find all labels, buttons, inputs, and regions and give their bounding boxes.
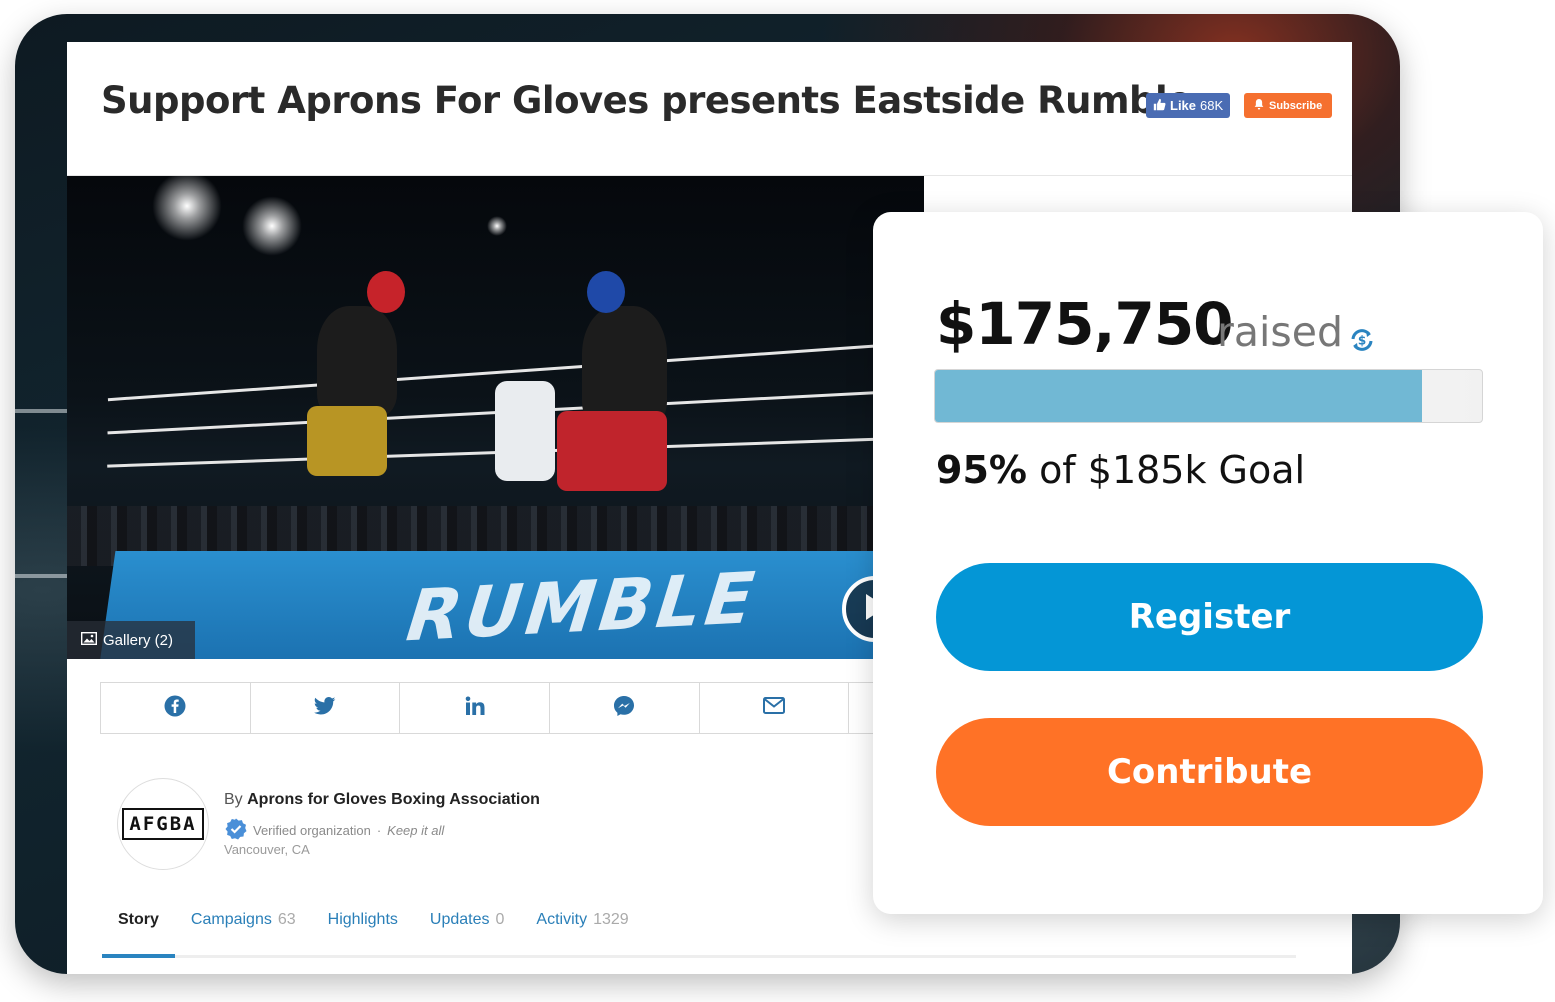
recurring-refresh-icon[interactable]: $ [1349, 327, 1375, 353]
background-rope [15, 574, 75, 578]
title-bar: Support Aprons For Gloves presents Easts… [67, 42, 1352, 176]
organization-tagline: Keep it all [387, 823, 445, 838]
fighter-left-shorts [307, 406, 387, 476]
fighter-right-headgear [587, 271, 625, 313]
tab-count: 0 [495, 911, 505, 928]
verified-label: Verified organization [253, 823, 371, 838]
fighter-right-shorts [557, 411, 667, 491]
stage-light [487, 216, 507, 236]
organization-logo-text: AFGBA [122, 808, 204, 840]
share-bar [100, 682, 1000, 734]
tab-count: 63 [277, 911, 296, 928]
gallery-button[interactable]: Gallery (2) [67, 621, 195, 659]
tab-count: 1329 [593, 911, 629, 928]
tab-label: Campaigns [190, 911, 272, 928]
background-rope [15, 409, 75, 413]
svg-text:$: $ [1358, 334, 1366, 348]
verified-badge-icon [225, 818, 247, 843]
register-button[interactable]: Register [936, 563, 1483, 671]
facebook-icon [164, 695, 186, 722]
tab-label: Highlights [327, 911, 398, 928]
facebook-like-button[interactable]: Like 68K [1146, 93, 1231, 118]
thumbs-up-icon [1153, 98, 1166, 114]
goal-text: of $185k Goal [1039, 448, 1306, 492]
stage-light [152, 176, 222, 241]
raised-label: raised [1217, 308, 1343, 356]
twitter-icon [313, 696, 336, 720]
referee [495, 381, 555, 481]
progress-fill [935, 370, 1422, 422]
fighter-right-torso [582, 306, 667, 426]
share-twitter-button[interactable] [251, 683, 401, 733]
contribute-button[interactable]: Contribute [936, 718, 1483, 826]
tab-label: Activity [536, 911, 588, 928]
subscribe-button[interactable]: Subscribe [1244, 93, 1333, 118]
email-icon [763, 697, 786, 719]
organization-byline: By Aprons for Gloves Boxing Association [224, 791, 540, 809]
share-linkedin-button[interactable] [400, 683, 551, 733]
by-prefix: By [224, 791, 243, 808]
tab-highlights[interactable]: Highlights [312, 906, 414, 955]
image-icon [80, 631, 98, 649]
page-title: Support Aprons For Gloves presents Easts… [101, 79, 1192, 122]
funding-card: $175,750 raised $ 95% of $185k Goal Regi… [873, 212, 1543, 914]
like-label: Like [1170, 98, 1197, 113]
goal-percent: 95% [936, 448, 1027, 492]
share-messenger-button[interactable] [550, 683, 700, 733]
organization-location: Vancouver, CA [224, 842, 310, 857]
raised-amount: $175,750 [936, 290, 1234, 358]
hero-photo[interactable]: RUMBLE Gallery (2) [67, 176, 924, 659]
progress-bar [934, 369, 1483, 423]
tab-label: Updates [429, 911, 490, 928]
organization-name-link[interactable]: Aprons for Gloves Boxing Association [247, 791, 540, 808]
share-facebook-button[interactable] [101, 683, 251, 733]
organization-verified: Verified organization · Keep it all [225, 818, 444, 843]
fighter-left-headgear [367, 271, 405, 313]
tab-updates[interactable]: Updates 0 [414, 906, 521, 955]
tab-activity[interactable]: Activity 1329 [520, 906, 644, 955]
separator-dot: · [376, 823, 382, 838]
gallery-label: Gallery (2) [103, 631, 174, 649]
messenger-icon [613, 695, 635, 722]
fighter-left-torso [317, 306, 397, 416]
bell-icon [1254, 98, 1264, 113]
tab-campaigns[interactable]: Campaigns 63 [175, 906, 312, 955]
organization-avatar[interactable]: AFGBA [117, 778, 209, 870]
stage-light [242, 196, 302, 256]
tab-story[interactable]: Story [102, 906, 175, 958]
share-email-button[interactable] [700, 683, 850, 733]
linkedin-icon [465, 696, 485, 721]
subscribe-label: Subscribe [1269, 99, 1323, 112]
like-count: 68K [1200, 98, 1224, 113]
goal-summary: 95% of $185k Goal [936, 448, 1305, 492]
tab-label: Story [118, 911, 159, 928]
